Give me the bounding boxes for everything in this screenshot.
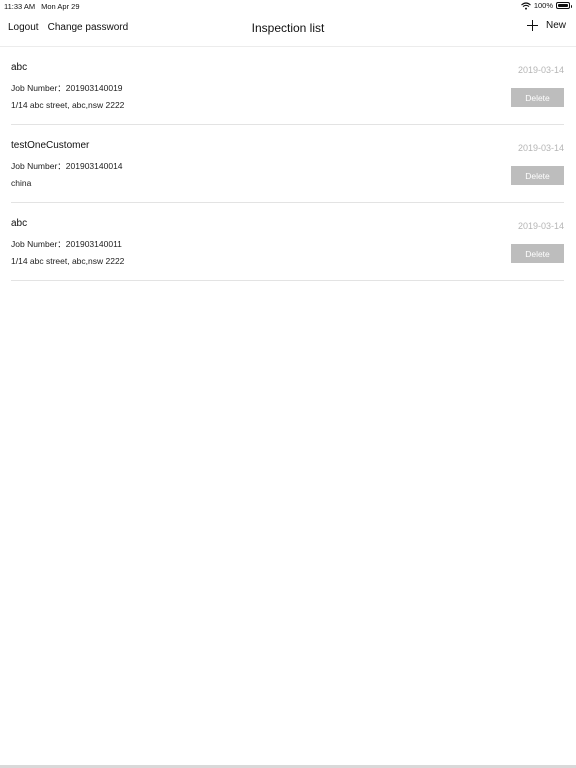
- status-left: 11:33 AM Mon Apr 29: [4, 2, 80, 11]
- inspection-item[interactable]: testOneCustomer Job Number：201903140014 …: [11, 125, 564, 203]
- new-button[interactable]: New: [526, 20, 566, 31]
- customer-name: abc: [11, 62, 28, 73]
- new-label: New: [545, 20, 566, 31]
- status-time: 11:33 AM: [4, 2, 36, 11]
- inspection-date: 2019-03-14: [517, 143, 564, 153]
- address: china: [11, 178, 32, 188]
- status-date: Mon Apr 29: [41, 2, 80, 11]
- status-bar: 11:33 AM Mon Apr 29 100%: [0, 0, 576, 12]
- wifi-icon: [520, 1, 531, 10]
- inspection-date: 2019-03-14: [517, 221, 564, 231]
- inspection-list: abc Job Number：201903140019 1/14 abc str…: [11, 47, 564, 281]
- delete-button[interactable]: Delete: [511, 88, 564, 107]
- battery-icon: [556, 2, 572, 9]
- inspection-item[interactable]: abc Job Number：201903140019 1/14 abc str…: [11, 47, 564, 125]
- inspection-item[interactable]: abc Job Number：201903140011 1/14 abc str…: [11, 203, 564, 281]
- screen: 11:33 AM Mon Apr 29 100% Logout Change p…: [0, 0, 576, 768]
- job-number: Job Number：201903140011: [11, 239, 122, 249]
- customer-name: abc: [11, 218, 28, 229]
- job-number: Job Number：201903140019: [11, 83, 123, 93]
- delete-button[interactable]: Delete: [511, 244, 564, 263]
- status-right: 100%: [520, 1, 572, 10]
- address: 1/14 abc street, abc,nsw 2222: [11, 100, 125, 110]
- nav-bar: Logout Change password Inspection list N…: [0, 12, 576, 47]
- job-number: Job Number：201903140014: [11, 161, 123, 171]
- customer-name: testOneCustomer: [11, 140, 90, 151]
- delete-button[interactable]: Delete: [511, 166, 564, 185]
- address: 1/14 abc street, abc,nsw 2222: [11, 256, 125, 266]
- plus-icon: [526, 20, 538, 31]
- inspection-date: 2019-03-14: [517, 65, 564, 75]
- battery-percent: 100%: [533, 1, 553, 10]
- page-title: Inspection list: [251, 21, 325, 35]
